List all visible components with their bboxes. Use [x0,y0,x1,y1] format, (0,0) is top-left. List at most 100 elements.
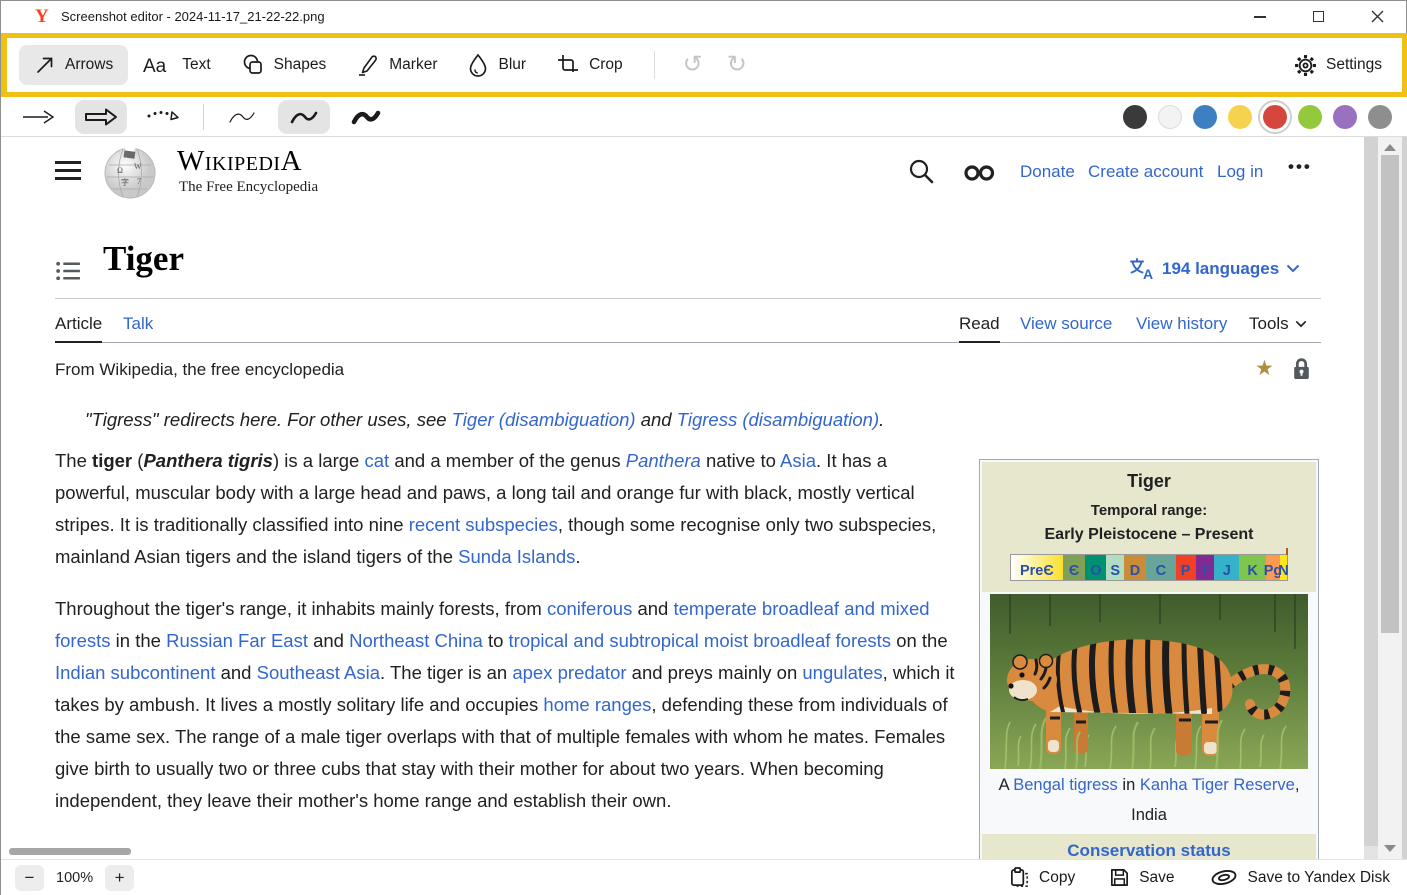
article-link[interactable]: Indian subcontinent [55,662,215,683]
editor-toolbar: Arrows Aa Text Shapes Marker Blur Crop ↺… [7,38,1402,92]
tab-article[interactable]: Article [55,314,102,334]
vertical-scrollbar[interactable] [1378,137,1402,859]
thin-stroke-button[interactable] [216,100,268,134]
timescale-period-link[interactable]: K [1247,563,1257,580]
timescale-period-link[interactable]: C [1156,563,1166,580]
timescale-period-link[interactable]: N [1278,563,1288,580]
article-link[interactable]: Panthera [626,450,701,471]
maximize-button[interactable] [1295,1,1341,32]
article-link[interactable]: Sunda Islands [458,546,575,567]
featured-article-star-icon[interactable]: ★ [1255,356,1274,381]
timescale-period-link[interactable]: O [1090,563,1101,580]
arrows-tool-button[interactable]: Arrows [19,45,128,85]
article-link[interactable]: recent subspecies [409,514,558,535]
color-swatch-blue[interactable] [1193,105,1217,129]
scroll-up-arrow-icon[interactable] [1384,144,1396,151]
color-swatch-gray[interactable] [1368,105,1392,129]
tab-read[interactable]: Read [959,314,1000,334]
article-link[interactable]: coniferous [547,598,632,619]
tools-menu[interactable]: Tools [1249,314,1307,334]
thin-arrow-icon [20,104,58,130]
tab-view-source[interactable]: View source [1020,314,1112,334]
article-link[interactable]: Tigress (disambiguation) [677,409,879,430]
article-link[interactable]: tropical and subtropical moist broadleaf… [509,630,892,651]
redo-button[interactable]: ↻ [727,53,747,77]
article-link[interactable]: Kanha Tiger Reserve [1140,776,1295,794]
color-swatch-white[interactable] [1158,105,1182,129]
image-caption: A Bengal tigress in Kanha Tiger Reserve,… [982,770,1316,830]
donate-link[interactable]: Donate [1020,162,1075,182]
thick-stroke-button[interactable] [340,100,392,134]
protected-page-lock-icon[interactable] [1291,357,1312,380]
wikipedia-wordmark[interactable]: WikipediA [177,147,302,175]
save-button[interactable]: Save [1109,867,1174,888]
medium-stroke-button[interactable] [278,100,330,134]
timescale-period-link[interactable]: P [1181,563,1191,580]
save-to-yandex-disk-button[interactable]: Save to Yandex Disk [1209,867,1390,888]
article-link[interactable]: Bengal tigress [1013,776,1118,794]
timescale-period-link[interactable]: S [1110,563,1120,580]
hamburger-menu-icon[interactable] [55,161,81,180]
dotted-arrow-icon [144,104,182,130]
timescale-period-link[interactable]: D [1130,563,1140,580]
close-button[interactable] [1354,1,1400,32]
tools-label: Tools [1249,314,1289,334]
bold-arrow-style-button[interactable] [75,100,127,134]
appearance-icon[interactable] [963,164,999,182]
zoom-in-button[interactable]: + [105,865,134,891]
article-link[interactable]: ungulates [802,662,882,683]
zoom-out-button[interactable]: − [15,865,44,891]
marker-tool-label: Marker [389,56,437,74]
article-link[interactable]: Asia [780,450,816,471]
undo-button[interactable]: ↺ [683,53,703,77]
color-swatch-purple[interactable] [1333,105,1357,129]
article-link[interactable]: Russian Far East [166,630,308,651]
languages-button[interactable]: A 194 languages [1129,257,1300,280]
article-link[interactable]: Southeast Asia [257,662,380,683]
crop-tool-button[interactable]: Crop [541,44,638,86]
marker-tool-button[interactable]: Marker [341,44,452,86]
tab-view-history[interactable]: View history [1136,314,1227,334]
conservation-status-header[interactable]: Conservation status [982,834,1316,859]
svg-text:W: W [134,162,142,171]
article-link[interactable]: Tiger (disambiguation) [452,409,636,430]
shapes-tool-icon [241,53,265,77]
timescale-period-link[interactable]: J [1223,563,1231,580]
color-swatch-green[interactable] [1298,105,1322,129]
blur-tool-icon [467,53,489,77]
timescale-period-link[interactable]: PreЄ [1020,563,1054,580]
timescale-period-link[interactable]: T [1201,563,1210,580]
article-link[interactable]: home ranges [543,694,651,715]
taxobox-header: Tiger Temporal range: Early Pleistocene … [982,462,1316,592]
login-link[interactable]: Log in [1217,162,1263,182]
contents-list-icon[interactable] [55,259,82,283]
scroll-down-arrow-icon[interactable] [1384,845,1396,852]
wikipedia-tagline: The Free Encyclopedia [179,179,318,196]
settings-button[interactable]: Settings [1294,54,1382,77]
chevron-down-icon [1286,264,1300,273]
create-account-link[interactable]: Create account [1088,162,1203,182]
copy-icon [1009,866,1030,889]
color-swatch-yellow[interactable] [1228,105,1252,129]
thin-arrow-style-button[interactable] [13,100,65,134]
shapes-tool-button[interactable]: Shapes [226,44,342,86]
dotted-arrow-style-button[interactable] [137,100,189,134]
article-link[interactable]: apex predator [512,662,626,683]
toolbar-highlight-frame: Arrows Aa Text Shapes Marker Blur Crop ↺… [1,33,1407,97]
tiger-photo[interactable] [990,594,1308,769]
temporal-range-value: Early Pleistocene – Present [982,526,1316,544]
minimize-button[interactable] [1237,1,1283,32]
horizontal-scrollbar-thumb[interactable] [9,848,131,855]
timescale-period-link[interactable]: Є [1069,563,1079,580]
vertical-scrollbar-thumb[interactable] [1381,155,1399,633]
color-swatch-black[interactable] [1123,105,1147,129]
text-tool-button[interactable]: Aa Text [128,45,225,85]
color-swatch-red[interactable] [1263,105,1287,129]
more-options-icon[interactable]: ••• [1288,157,1312,177]
article-link[interactable]: Northeast China [349,630,483,651]
article-link[interactable]: cat [365,450,390,471]
search-icon[interactable] [907,157,935,185]
copy-button[interactable]: Copy [1009,866,1075,889]
blur-tool-button[interactable]: Blur [452,44,541,86]
tab-talk[interactable]: Talk [123,314,153,334]
